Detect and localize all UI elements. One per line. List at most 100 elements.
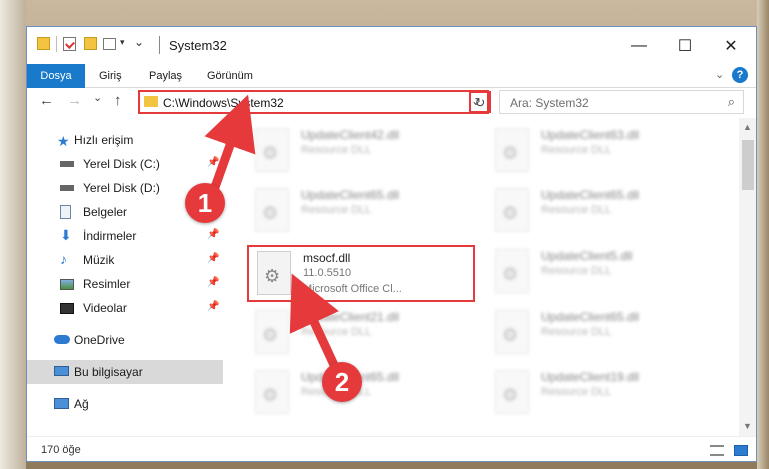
dll-file-icon: ⚙ [255, 188, 289, 232]
help-icon[interactable]: ? [732, 67, 748, 83]
file-name: UpdateClient42.dll [301, 128, 400, 142]
file-item[interactable]: ⚙ UpdateClient65.dll Resource DLL [247, 184, 477, 238]
file-item[interactable]: ⚙ UpdateClient65.dll Resource DLL [487, 184, 717, 238]
minimize-icon: — [631, 37, 647, 54]
step-1-badge: 1 [185, 183, 225, 223]
sidebar-item-label: Hızlı erişim [74, 133, 134, 147]
background-tree [757, 0, 769, 469]
tab-share[interactable]: Paylaş [139, 64, 192, 88]
scroll-down-icon[interactable]: ▼ [743, 421, 752, 431]
file-name: UpdateClient21.dll [301, 310, 400, 324]
sidebar-item-label: İndirmeler [83, 229, 137, 243]
toolbar-dropdown-icon[interactable]: ▾ [120, 37, 125, 48]
sidebar-item-quick-access[interactable]: ★ Hızlı erişim [27, 128, 223, 152]
sidebar-item-local-disk-c[interactable]: Yerel Disk (C:) 📌 [27, 152, 223, 176]
sidebar-item-label: Müzik [83, 253, 115, 267]
file-item[interactable]: ⚙ UpdateClient21.dll Resource DLL [247, 306, 477, 360]
tab-view[interactable]: Görünüm [197, 64, 263, 88]
recent-locations-icon[interactable]: ⌄ [93, 91, 102, 104]
file-name: UpdateClient65.dll [301, 188, 400, 202]
refresh-button[interactable]: ↻ [469, 91, 491, 113]
file-version: 11.0.5510 [303, 267, 352, 279]
pin-icon[interactable]: 📌 [207, 229, 219, 240]
file-list: ⚙ UpdateClient42.dll Resource DLL ⚙ Upda… [223, 118, 739, 436]
dll-file-icon: ⚙ [495, 310, 529, 354]
sidebar-item-label: Resimler [83, 277, 131, 291]
download-icon: ⬇ [60, 227, 72, 243]
file-name: UpdateClient63.dll [541, 128, 640, 142]
sidebar-item-downloads[interactable]: ⬇ İndirmeler 📌 [27, 224, 223, 248]
video-icon [60, 303, 74, 314]
file-name: UpdateClient65.dll [541, 188, 640, 202]
customize-dropdown-icon[interactable]: ⌄ [134, 35, 144, 49]
scrollbar-thumb[interactable] [742, 140, 754, 190]
sidebar-item-onedrive[interactable]: OneDrive [27, 328, 223, 352]
properties-icon[interactable] [63, 37, 76, 51]
expand-ribbon-icon[interactable]: ⌄ [715, 68, 724, 81]
maximize-icon: ☐ [677, 38, 693, 55]
back-arrow-icon[interactable]: ← [39, 92, 54, 109]
qa-separator [56, 36, 57, 52]
pin-icon[interactable]: 📌 [207, 277, 219, 288]
title-separator [159, 36, 160, 54]
navigation-pane: ★ Hızlı erişim Yerel Disk (C:) 📌 Yerel D… [27, 118, 223, 436]
folder-icon [144, 96, 158, 107]
drive-icon [60, 185, 74, 191]
step-2-badge: 2 [322, 362, 362, 402]
file-item[interactable]: ⚙ UpdateClient63.dll Resource DLL [487, 124, 717, 178]
status-bar: 170 öğe [27, 436, 756, 461]
new-folder-icon[interactable] [84, 37, 97, 50]
file-type: Resource DLL [541, 204, 612, 216]
pin-icon[interactable]: 📌 [207, 157, 219, 168]
star-icon: ★ [57, 133, 70, 149]
forward-arrow-icon[interactable]: → [67, 92, 82, 109]
sidebar-item-label: OneDrive [74, 333, 125, 347]
sidebar-item-network[interactable]: Ağ [27, 392, 223, 416]
file-type: Resource DLL [541, 386, 612, 398]
file-item[interactable]: ⚙ UpdateClient19.dll Resource DLL [487, 366, 717, 420]
file-name: UpdateClient19.dll [541, 370, 640, 384]
file-explorer-window: ▾ ⌄ System32 — ☐ ✕ Dosya Giriş Paylaş Gö… [26, 26, 757, 462]
maximize-button[interactable]: ☐ [662, 33, 708, 59]
file-item[interactable]: ⚙ UpdateClient5.dll Resource DLL [487, 245, 717, 299]
sidebar-item-pictures[interactable]: Resimler 📌 [27, 272, 223, 296]
sidebar-item-label: Yerel Disk (C:) [83, 157, 160, 171]
document-icon [60, 205, 71, 219]
address-path[interactable]: C:\Windows\System32 [163, 96, 284, 110]
file-item[interactable]: ⚙ UpdateClient42.dll Resource DLL [247, 124, 477, 178]
file-type: Resource DLL [301, 144, 372, 156]
sidebar-item-label: Yerel Disk (D:) [83, 181, 160, 195]
large-icons-view-icon[interactable] [734, 445, 748, 456]
sidebar-item-label: Ağ [74, 397, 89, 411]
vertical-scrollbar[interactable]: ▲ ▼ [739, 118, 756, 436]
search-input[interactable]: Ara: System32 ⌕ [499, 90, 744, 114]
pin-icon[interactable]: 📌 [207, 253, 219, 264]
tab-home[interactable]: Giriş [89, 64, 132, 88]
customize-toolbar-icon[interactable] [103, 38, 116, 50]
tab-file[interactable]: Dosya [27, 64, 85, 88]
window-title: System32 [169, 38, 227, 53]
dll-file-icon: ⚙ [495, 370, 529, 414]
minimize-button[interactable]: — [616, 33, 662, 59]
file-item[interactable]: ⚙ UpdateClient65.dll Resource DLL [487, 306, 717, 360]
up-arrow-icon[interactable]: ↑ [114, 92, 122, 109]
sidebar-item-videos[interactable]: Videolar 📌 [27, 296, 223, 320]
dll-file-icon: ⚙ [255, 128, 289, 172]
refresh-icon: ↻ [474, 95, 486, 110]
item-count: 170 öğe [41, 444, 81, 456]
sidebar-item-music[interactable]: ♪ Müzik 📌 [27, 248, 223, 272]
file-item-msocf[interactable]: ⚙ msocf.dll 11.0.5510 Microsoft Office C… [247, 245, 475, 302]
scroll-up-icon[interactable]: ▲ [743, 122, 752, 132]
dll-file-icon: ⚙ [255, 310, 289, 354]
folder-icon[interactable] [37, 37, 50, 50]
close-button[interactable]: ✕ [708, 33, 754, 59]
details-view-icon[interactable] [710, 445, 724, 456]
address-bar[interactable]: C:\Windows\System32 ⌄ [138, 90, 489, 114]
ribbon-tabs: Dosya Giriş Paylaş Görünüm ⌄ ? [27, 64, 756, 88]
search-placeholder: Ara: System32 [510, 96, 589, 110]
file-type: Resource DLL [541, 265, 612, 277]
file-item[interactable]: ⚙ UpdateClient65.dll Resource DLL [247, 366, 477, 420]
sidebar-item-this-pc[interactable]: Bu bilgisayar [27, 360, 223, 384]
file-type: Resource DLL [301, 326, 372, 338]
pin-icon[interactable]: 📌 [207, 301, 219, 312]
